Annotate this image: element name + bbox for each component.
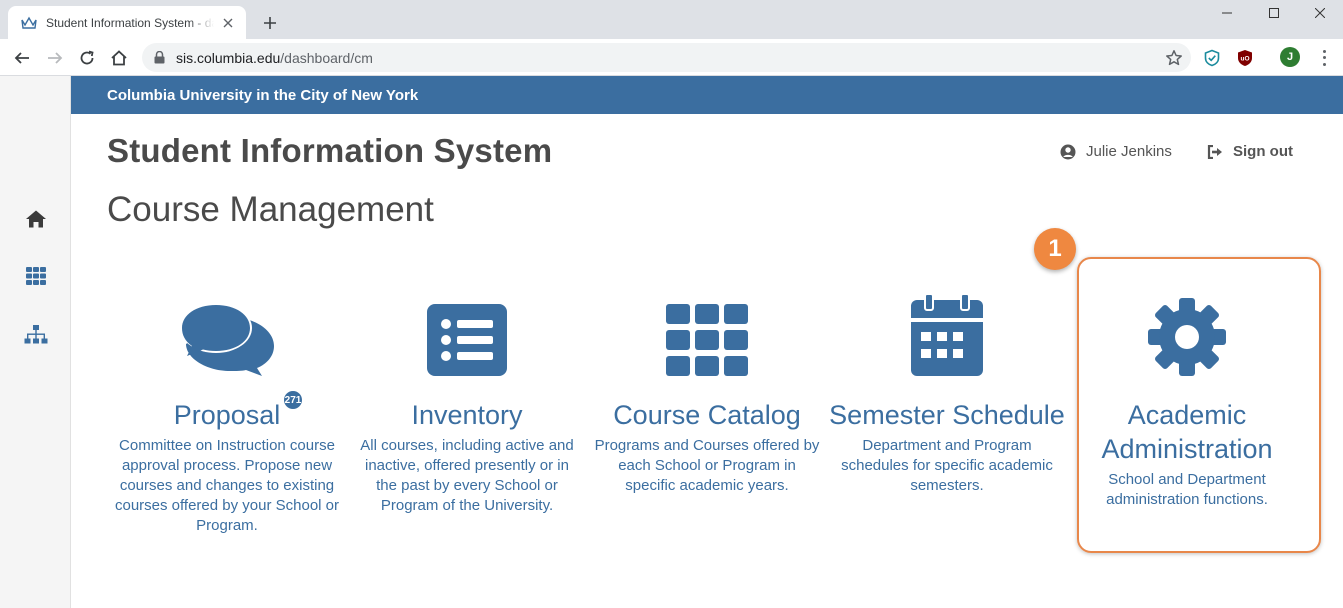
close-icon	[1315, 8, 1325, 18]
left-sidebar	[0, 76, 71, 608]
browser-tab-strip: Student Information System - dashboard	[0, 0, 1343, 39]
card-course-catalog[interactable]: Course Catalog Programs and Courses offe…	[587, 296, 827, 496]
browser-tab-title: Student Information System - dashboard	[46, 15, 214, 30]
grid-icon	[587, 296, 827, 376]
maximize-window-button[interactable]	[1251, 0, 1297, 26]
card-description: Committee on Instruction course approval…	[114, 437, 339, 534]
card-proposal[interactable]: Proposal Committee on Instruction course…	[107, 296, 347, 536]
card-title: Proposal	[173, 400, 281, 430]
comments-icon	[107, 296, 347, 376]
list-icon	[347, 296, 587, 376]
sidebar-sitemap-icon[interactable]	[23, 323, 49, 347]
crown-favicon-icon	[20, 14, 38, 32]
user-name: Julie Jenkins	[1086, 143, 1172, 160]
sign-out-icon	[1207, 144, 1222, 159]
plus-icon	[264, 17, 276, 29]
close-window-button[interactable]	[1297, 0, 1343, 26]
svg-text:uO: uO	[1240, 56, 1249, 63]
card-title: Inventory	[411, 400, 523, 430]
sidebar-home-icon[interactable]	[23, 207, 49, 231]
back-button[interactable]	[9, 45, 35, 71]
url-text: sis.columbia.edu/dashboard/cm	[176, 50, 373, 66]
new-tab-button[interactable]	[258, 11, 282, 35]
home-button[interactable]	[106, 45, 132, 71]
banner-text[interactable]: Columbia University in the City of New Y…	[107, 87, 418, 104]
calendar-icon	[827, 294, 1067, 376]
card-inventory[interactable]: Inventory All courses, including active …	[347, 296, 587, 516]
maximize-icon	[1269, 8, 1279, 18]
minimize-icon	[1222, 12, 1232, 14]
proposal-count-badge: 271	[282, 389, 304, 411]
card-description: Department and Program schedules for spe…	[841, 437, 1053, 494]
arrow-right-icon	[48, 52, 63, 64]
bookmark-star-icon[interactable]	[1165, 49, 1183, 67]
app-title[interactable]: Student Information System	[107, 132, 552, 170]
card-semester-schedule[interactable]: Semester Schedule Department and Program…	[827, 294, 1067, 496]
card-description: All courses, including active and inacti…	[360, 437, 574, 514]
arrow-left-icon	[14, 52, 29, 64]
sign-out-label: Sign out	[1233, 143, 1293, 160]
forward-button[interactable]	[42, 45, 68, 71]
page-title: Course Management	[107, 190, 434, 229]
highlight-box	[1077, 257, 1321, 553]
sidebar-grid-icon[interactable]	[23, 264, 49, 288]
address-bar[interactable]: sis.columbia.edu/dashboard/cm	[142, 43, 1191, 72]
profile-avatar[interactable]: J	[1280, 47, 1300, 67]
browser-tab[interactable]: Student Information System - dashboard	[8, 6, 246, 39]
home-outline-icon	[111, 50, 127, 66]
ublock-extension-icon[interactable]: uO	[1234, 47, 1256, 69]
card-description: Programs and Courses offered by each Sch…	[594, 437, 820, 494]
user-menu[interactable]: Julie Jenkins	[1060, 143, 1172, 160]
step-callout-badge: 1	[1034, 228, 1076, 270]
url-path: /dashboard/cm	[280, 49, 373, 66]
lock-icon	[152, 51, 166, 65]
browser-toolbar: sis.columbia.edu/dashboard/cm uO J	[0, 39, 1343, 76]
minimize-window-button[interactable]	[1204, 0, 1250, 26]
url-host: sis.columbia.edu	[176, 49, 281, 66]
university-banner: Columbia University in the City of New Y…	[71, 76, 1343, 114]
reload-button[interactable]	[74, 45, 100, 71]
shield-extension-icon[interactable]	[1201, 47, 1223, 69]
close-tab-icon[interactable]	[220, 15, 236, 31]
user-circle-icon	[1060, 144, 1076, 159]
card-title: Course Catalog	[613, 400, 801, 430]
reload-icon	[80, 50, 94, 65]
browser-menu-icon[interactable]	[1316, 48, 1332, 68]
card-title: Semester Schedule	[829, 400, 1065, 430]
sign-out-link[interactable]: Sign out	[1207, 143, 1293, 160]
